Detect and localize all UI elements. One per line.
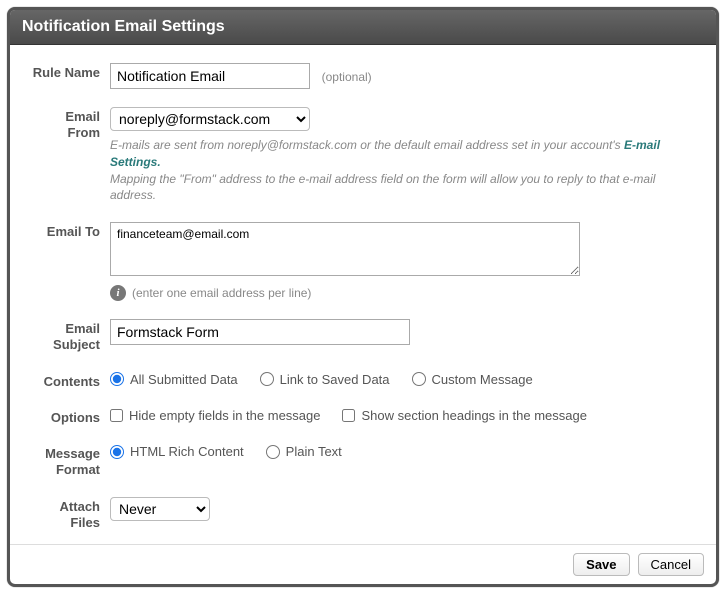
info-icon: i <box>110 285 126 301</box>
row-message-format: Message Format HTML Rich Content Plain T… <box>30 444 696 479</box>
row-email-from: Email From noreply@formstack.com E-mails… <box>30 107 696 204</box>
help-text-2: Mapping the "From" address to the e-mail… <box>110 172 655 203</box>
row-options: Options Hide empty fields in the message… <box>30 408 696 426</box>
settings-modal: Notification Email Settings Rule Name (o… <box>7 7 719 587</box>
contents-custom-message[interactable]: Custom Message <box>412 372 533 387</box>
format-html[interactable]: HTML Rich Content <box>110 444 244 459</box>
row-attach-files: Attach Files Never <box>30 497 696 532</box>
format-plain[interactable]: Plain Text <box>266 444 342 459</box>
email-to-hint: (enter one email address per line) <box>132 286 311 300</box>
email-subject-input[interactable] <box>110 319 410 345</box>
label-email-subject: Email Subject <box>30 319 110 354</box>
row-rule-name: Rule Name (optional) <box>30 63 696 89</box>
email-from-select[interactable]: noreply@formstack.com <box>110 107 310 131</box>
modal-body: Rule Name (optional) Email From noreply@… <box>10 45 716 544</box>
rule-name-input[interactable] <box>110 63 310 89</box>
email-to-textarea[interactable]: financeteam@email.com <box>110 222 580 276</box>
help-text-1: E-mails are sent from noreply@formstack.… <box>110 138 624 152</box>
label-rule-name: Rule Name <box>30 63 110 81</box>
attach-files-select[interactable]: Never <box>110 497 210 521</box>
label-attach-files: Attach Files <box>30 497 110 532</box>
cancel-button[interactable]: Cancel <box>638 553 704 576</box>
format-radio-plain[interactable] <box>266 445 280 459</box>
save-button[interactable]: Save <box>573 553 629 576</box>
option-show-headings[interactable]: Show section headings in the message <box>342 408 586 423</box>
row-email-subject: Email Subject <box>30 319 696 354</box>
row-email-to: Email To financeteam@email.com i (enter … <box>30 222 696 301</box>
contents-radio-2[interactable] <box>260 372 274 386</box>
label-message-format: Message Format <box>30 444 110 479</box>
show-headings-checkbox[interactable] <box>342 409 355 422</box>
contents-radio-3[interactable] <box>412 372 426 386</box>
label-email-from: Email From <box>30 107 110 142</box>
modal-footer: Save Cancel <box>10 544 716 584</box>
contents-radio-1[interactable] <box>110 372 124 386</box>
contents-all-submitted[interactable]: All Submitted Data <box>110 372 238 387</box>
label-email-to: Email To <box>30 222 110 240</box>
option-hide-empty[interactable]: Hide empty fields in the message <box>110 408 320 423</box>
email-from-help: E-mails are sent from noreply@formstack.… <box>110 137 696 204</box>
label-options: Options <box>30 408 110 426</box>
contents-link-saved[interactable]: Link to Saved Data <box>260 372 390 387</box>
hide-empty-checkbox[interactable] <box>110 409 123 422</box>
label-contents: Contents <box>30 372 110 390</box>
modal-title: Notification Email Settings <box>10 10 716 45</box>
optional-hint: (optional) <box>322 70 372 84</box>
row-contents: Contents All Submitted Data Link to Save… <box>30 372 696 390</box>
format-radio-html[interactable] <box>110 445 124 459</box>
